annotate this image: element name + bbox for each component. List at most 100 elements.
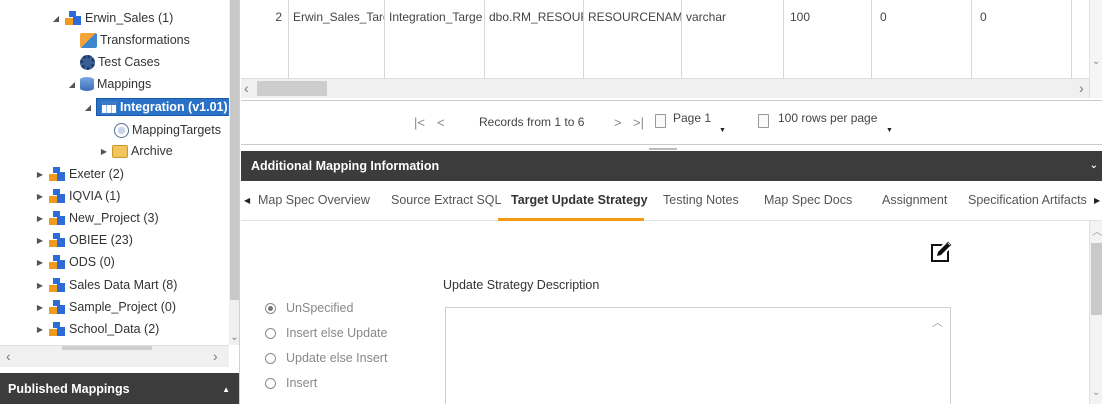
radio-unselected-icon[interactable] [265, 327, 276, 339]
tab-map-spec-docs[interactable]: Map Spec Docs [764, 193, 852, 207]
caret-up-icon[interactable]: ▲ [222, 385, 230, 394]
additional-mapping-header[interactable]: Additional Mapping Information ⌄ [241, 151, 1102, 181]
collapsed-arrow-icon[interactable]: ▶ [34, 303, 46, 312]
tab-source-extract-sql[interactable]: Source Extract SQL [391, 193, 501, 207]
grid-vertical-scrollbar[interactable]: ⌄ [1089, 0, 1102, 98]
tree-node-mapping-targets[interactable]: MappingTargets [114, 119, 221, 141]
expanded-arrow-icon[interactable]: ◢ [82, 103, 94, 112]
grid-cell-scale[interactable]: 0 [972, 0, 1072, 78]
radio-update-else-insert[interactable]: Update else Insert [265, 351, 387, 365]
tree-node-transformations[interactable]: Transformations [80, 29, 190, 51]
tabs-scroll-left-icon[interactable]: ◀ [244, 196, 250, 205]
collapsed-arrow-icon[interactable]: ▶ [34, 170, 46, 179]
tree-node-sample-project[interactable]: ▶ Sample_Project (0) [34, 296, 176, 318]
radio-unselected-icon[interactable] [265, 352, 276, 364]
chevron-down-icon[interactable]: ⌄ [229, 332, 239, 343]
radio-unspecified[interactable]: UnSpecified [265, 301, 353, 315]
tree-node-test-cases[interactable]: Test Cases [80, 51, 160, 73]
chevron-down-icon[interactable]: ⌄ [1092, 387, 1100, 398]
caret-down-icon[interactable]: ▼ [886, 127, 893, 134]
tab-testing-notes[interactable]: Testing Notes [663, 193, 739, 207]
radio-unselected-icon[interactable] [265, 377, 276, 389]
grid-cell-precision[interactable]: 0 [872, 0, 972, 78]
chevron-right-icon[interactable]: › [213, 348, 218, 364]
update-strategy-description-field[interactable]: ︿ [445, 307, 951, 404]
radio-insert-else-update[interactable]: Insert else Update [265, 326, 387, 340]
pane-splitter-handle[interactable] [649, 148, 677, 150]
expanded-arrow-icon[interactable]: ◢ [50, 14, 62, 23]
tree-node-obiee[interactable]: ▶ OBIEE (23) [34, 229, 133, 251]
edit-pencil-icon[interactable] [928, 241, 952, 265]
collapsed-arrow-icon[interactable]: ▶ [34, 236, 46, 245]
database-icon [80, 77, 94, 91]
next-page-button[interactable]: > [614, 115, 622, 130]
collapsed-arrow-icon[interactable]: ▶ [34, 214, 46, 223]
chevron-up-icon[interactable]: ︿ [1092, 223, 1102, 238]
chevron-left-icon[interactable]: ‹ [244, 80, 249, 96]
chevron-right-icon[interactable]: › [1079, 80, 1084, 96]
collapsed-arrow-icon[interactable]: ▶ [98, 147, 110, 156]
tab-map-spec-overview[interactable]: Map Spec Overview [258, 193, 370, 207]
tree-node-sales-data-mart[interactable]: ▶ Sales Data Mart (8) [34, 274, 177, 296]
grid-cell-datatype[interactable]: varchar [682, 0, 784, 78]
chevron-down-icon[interactable]: ⌄ [1092, 56, 1100, 67]
tree-node-exeter[interactable]: ▶ Exeter (2) [34, 163, 124, 185]
published-mappings-header[interactable]: Published Mappings ▲ [0, 373, 239, 404]
tree-node-erwin-sales[interactable]: ◢ Erwin_Sales (1) [50, 7, 173, 29]
rows-per-page-selector[interactable]: 100 rows per page [778, 111, 877, 125]
first-page-button[interactable]: |< [414, 115, 425, 130]
selected-node-highlight[interactable]: Integration (v1.01) [96, 98, 230, 116]
page-selector[interactable]: Page 1 [673, 111, 711, 125]
collapsed-arrow-icon[interactable]: ▶ [34, 192, 46, 201]
tree-node-label: Test Cases [98, 55, 160, 69]
tree-horizontal-scrollbar[interactable]: ‹ › [0, 345, 229, 367]
tree-node-label: Sample_Project (0) [69, 300, 176, 314]
tree-node-new-project[interactable]: ▶ New_Project (3) [34, 207, 159, 229]
tree-node-integration[interactable]: ◢ Integration (v1.01) [82, 96, 230, 118]
tree-node-mappings[interactable]: ◢ Mappings [66, 73, 151, 95]
project-icon [64, 10, 82, 26]
chevron-up-icon[interactable]: ︿ [932, 314, 943, 330]
project-icon [48, 188, 66, 204]
content-vertical-scrollbar[interactable]: ︿ ⌄ [1089, 221, 1102, 404]
project-icon [48, 210, 66, 226]
mapping-grid: 2 Erwin_Sales_Targe Integration_Targe db… [241, 0, 1102, 100]
scrollbar-thumb[interactable] [62, 346, 152, 350]
grid-cell-target-system[interactable]: Integration_Targe [385, 0, 485, 78]
scrollbar-thumb[interactable] [257, 81, 327, 96]
chevron-left-icon[interactable]: ‹ [6, 348, 11, 364]
chevron-down-icon[interactable]: ⌄ [1090, 160, 1098, 171]
radio-insert[interactable]: Insert [265, 376, 317, 390]
prev-page-button[interactable]: < [437, 115, 445, 130]
tree-node-archive[interactable]: ▶ Archive [98, 140, 173, 162]
grid-cell-source-system[interactable]: Erwin_Sales_Targe [289, 0, 385, 78]
collapsed-arrow-icon[interactable]: ▶ [34, 258, 46, 267]
globe-icon [114, 122, 129, 138]
scrollbar-thumb[interactable] [230, 0, 239, 300]
caret-down-icon[interactable]: ▼ [719, 127, 726, 134]
tabs-scroll-right-icon[interactable]: ▶ [1094, 196, 1100, 205]
page-icon [655, 114, 666, 128]
tree-node-iqvia[interactable]: ▶ IQVIA (1) [34, 185, 120, 207]
tree-vertical-scrollbar[interactable]: ⌄ [229, 0, 239, 345]
tree-node-label: Exeter (2) [69, 167, 124, 181]
grid-cell-length[interactable]: 100 [784, 0, 872, 78]
tab-specification-artifacts[interactable]: Specification Artifacts [968, 193, 1087, 207]
grid-cell-table[interactable]: dbo.RM_RESOURC [485, 0, 584, 78]
grid-cell-column[interactable]: RESOURCENAME_ [584, 0, 682, 78]
grid-cell-row-number[interactable]: 2 [241, 0, 289, 78]
tree-node-ods[interactable]: ▶ ODS (0) [34, 251, 115, 273]
collapsed-arrow-icon[interactable]: ▶ [34, 281, 46, 290]
tab-assignment[interactable]: Assignment [882, 193, 947, 207]
grid-horizontal-scrollbar[interactable]: ‹ › [241, 78, 1089, 98]
tab-target-update-strategy[interactable]: Target Update Strategy [511, 193, 648, 207]
project-tree: ◢ Erwin_Sales (1) Transformations Test C… [0, 0, 230, 345]
radio-selected-icon[interactable] [265, 302, 276, 314]
project-icon [48, 232, 66, 248]
collapsed-arrow-icon[interactable]: ▶ [34, 325, 46, 334]
last-page-button[interactable]: >| [633, 115, 644, 130]
tree-node-school-data[interactable]: ▶ School_Data (2) [34, 318, 159, 340]
expanded-arrow-icon[interactable]: ◢ [66, 80, 78, 89]
scrollbar-thumb[interactable] [1091, 243, 1102, 315]
project-icon [48, 254, 66, 270]
